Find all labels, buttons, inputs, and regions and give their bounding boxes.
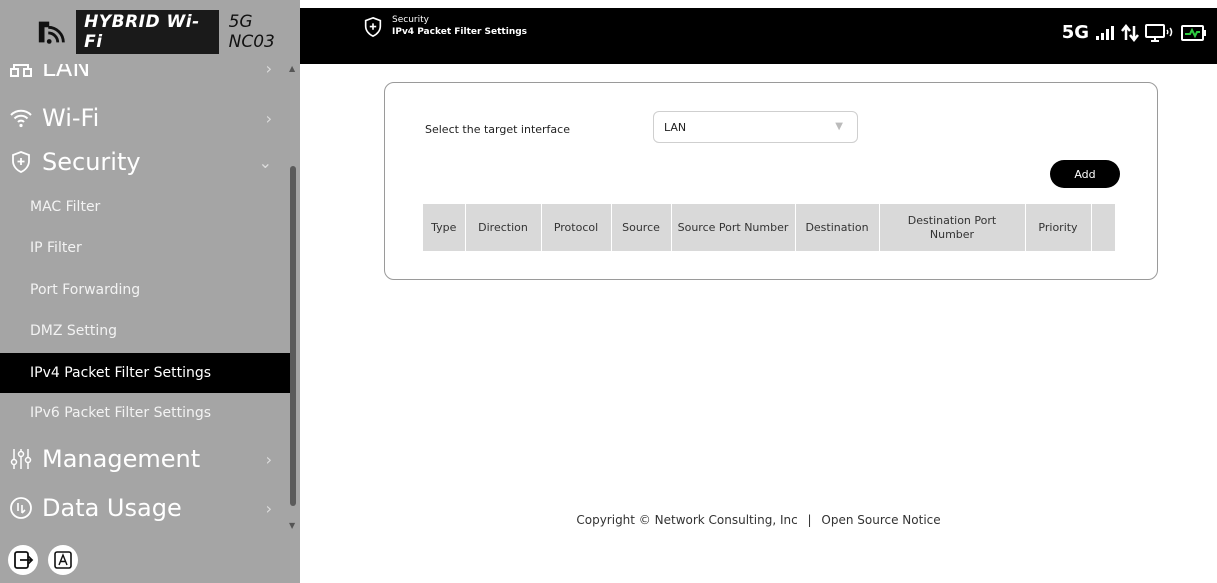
chevron-right-icon: › xyxy=(265,498,272,518)
interface-select[interactable]: LAN ▼ xyxy=(653,111,858,143)
sidebar-bottom-actions xyxy=(8,545,78,575)
network-type: 5G xyxy=(1061,22,1089,43)
chevron-down-icon: ▼ xyxy=(835,121,843,132)
sidebar-subitem-label: IP Filter xyxy=(30,240,82,256)
scroll-down-icon[interactable]: ▼ xyxy=(289,521,295,530)
breadcrumb: Security IPv4 Packet Filter Settings xyxy=(392,14,527,38)
sliders-icon xyxy=(8,446,34,472)
footer-separator: | xyxy=(807,513,812,527)
column-header: Destination xyxy=(795,204,880,251)
sidebar-item-management[interactable]: Management › xyxy=(0,437,290,481)
column-header: Source Port Number xyxy=(671,204,796,251)
sidebar-subitem-label: MAC Filter xyxy=(30,199,101,215)
sidebar-item-label: Data Usage xyxy=(42,494,182,522)
sidebar-subitem-ipv4-packet-filter[interactable]: IPv4 Packet Filter Settings xyxy=(0,353,290,393)
sidebar-item-security[interactable]: Security ⌄ xyxy=(0,140,290,184)
logo-icon xyxy=(38,21,65,44)
interface-select-value: LAN xyxy=(664,120,687,134)
sidebar-subitem-dmz-setting[interactable]: DMZ Setting xyxy=(0,312,290,350)
logout-icon xyxy=(14,551,34,569)
logout-button[interactable] xyxy=(8,545,38,575)
breadcrumb-section: Security xyxy=(392,15,429,25)
shield-plus-icon xyxy=(8,149,34,175)
column-header: Source xyxy=(611,204,672,251)
column-header: Destination Port Number xyxy=(879,204,1026,251)
sidebar-subitem-label: IPv4 Packet Filter Settings xyxy=(30,365,212,381)
footer: Copyright © Network Consulting, Inc | Op… xyxy=(300,513,1217,527)
sidebar-subitem-port-forwarding[interactable]: Port Forwarding xyxy=(0,271,290,309)
sidebar-item-label: Management xyxy=(42,445,201,473)
column-header xyxy=(1091,204,1115,251)
wifi-icon xyxy=(8,105,34,131)
connected-device-icon xyxy=(1145,23,1173,42)
signal-bars-icon xyxy=(1096,25,1114,40)
brand-model: 5G NC03 xyxy=(228,12,275,52)
column-header: Priority xyxy=(1025,204,1092,251)
top-bar: Security IPv4 Packet Filter Settings 5G xyxy=(300,0,1217,64)
sidebar-subitem-ip-filter[interactable]: IP Filter xyxy=(0,229,290,267)
copyright-text: Copyright © Network Consulting, Inc xyxy=(576,513,798,527)
column-header: Protocol xyxy=(541,204,612,251)
sidebar-item-wifi[interactable]: Wi-Fi › xyxy=(0,96,290,140)
filter-card: Select the target interface LAN ▼ Add Ty… xyxy=(384,82,1158,280)
table-header-row: Type Direction Protocol Source Source Po… xyxy=(423,204,1115,251)
sidebar-subitem-mac-filter[interactable]: MAC Filter xyxy=(0,188,290,226)
sidebar-subitem-ipv6-packet-filter[interactable]: IPv6 Packet Filter Settings xyxy=(0,394,290,432)
column-header: Type xyxy=(423,204,466,251)
language-icon xyxy=(54,551,72,569)
sidebar-subitem-label: DMZ Setting xyxy=(30,323,118,339)
column-header: Direction xyxy=(465,204,542,251)
chevron-right-icon: › xyxy=(265,449,272,469)
page-title: IPv4 Packet Filter Settings xyxy=(392,27,528,37)
scroll-up-icon[interactable]: ▲ xyxy=(289,64,295,73)
sidebar-subitem-label: IPv6 Packet Filter Settings xyxy=(30,405,212,421)
top-strip xyxy=(300,0,1217,8)
sidebar-scrollbar[interactable]: ▲ ▼ xyxy=(288,64,298,530)
open-source-notice-link[interactable]: Open Source Notice xyxy=(821,513,940,527)
data-arrows-icon xyxy=(1121,23,1139,42)
brand-header: HYBRID Wi-Fi 5G NC03 xyxy=(0,0,300,64)
sidebar-item-label: Wi-Fi xyxy=(42,104,100,132)
status-icons: 5G xyxy=(1062,22,1207,43)
scrollbar-thumb[interactable] xyxy=(290,166,296,506)
data-usage-icon xyxy=(8,495,34,521)
chevron-right-icon: › xyxy=(265,108,272,128)
sidebar-item-label: Security xyxy=(42,148,141,176)
shield-plus-icon xyxy=(364,16,382,38)
brand-hybrid: HYBRID Wi-Fi xyxy=(76,10,219,54)
sidebar-item-data-usage[interactable]: Data Usage › xyxy=(0,486,290,530)
sidebar: HYBRID Wi-Fi 5G NC03 LAN › Wi-Fi › Secur… xyxy=(0,0,300,583)
app-root: HYBRID Wi-Fi 5G NC03 LAN › Wi-Fi › Secur… xyxy=(0,0,1217,583)
interface-label: Select the target interface xyxy=(425,123,570,136)
battery-charging-icon xyxy=(1181,24,1206,41)
sidebar-subitem-label: Port Forwarding xyxy=(30,282,141,298)
add-button[interactable]: Add xyxy=(1050,160,1120,188)
filter-table: Type Direction Protocol Source Source Po… xyxy=(423,204,1115,251)
language-button[interactable] xyxy=(48,545,78,575)
chevron-down-icon: ⌄ xyxy=(258,152,272,172)
